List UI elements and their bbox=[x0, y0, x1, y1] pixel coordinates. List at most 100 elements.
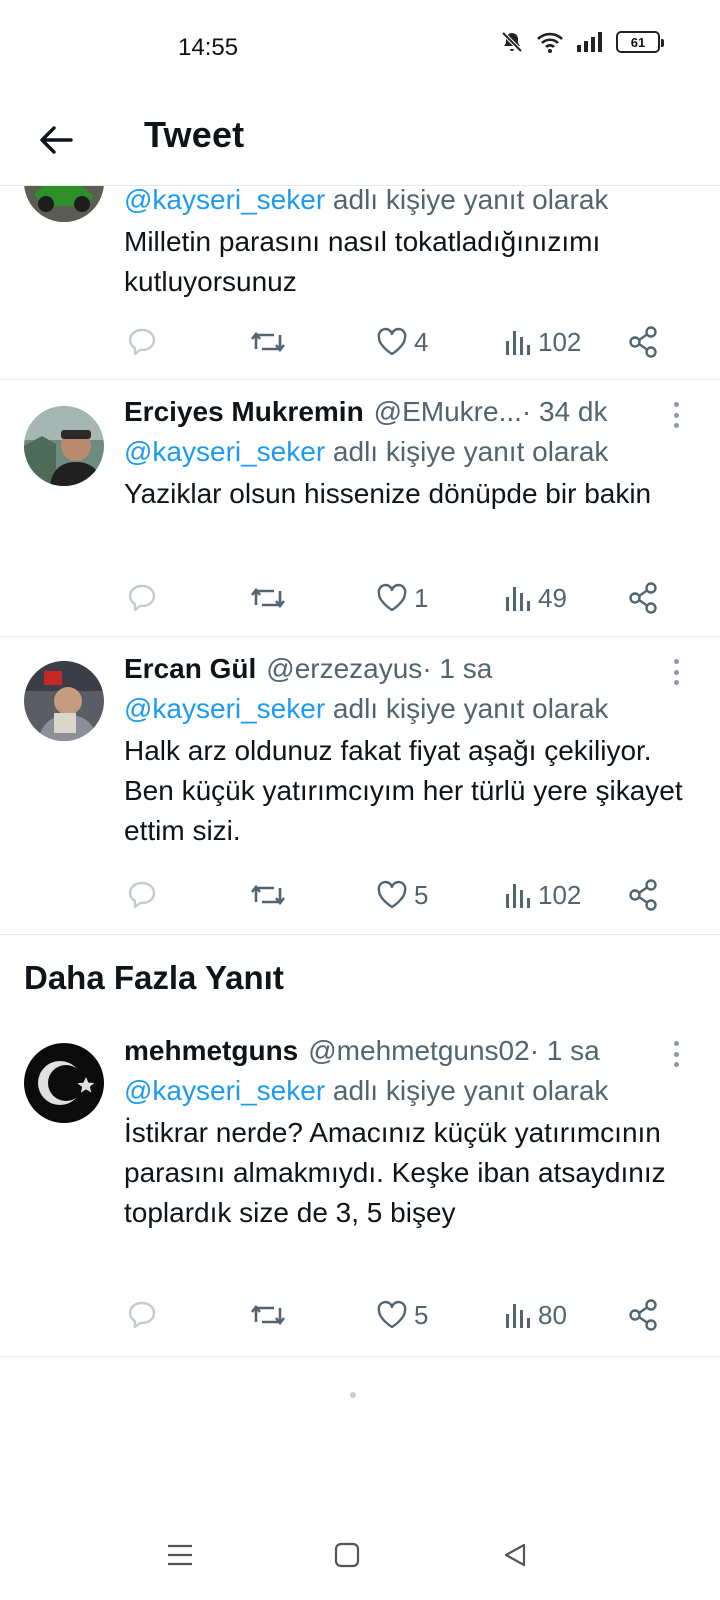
tweet-item[interactable]: Erciyes Mukremin @EMukre... · 34 dk @kay… bbox=[0, 380, 720, 637]
heart-icon bbox=[377, 583, 407, 612]
views-button[interactable]: 49 bbox=[504, 578, 567, 618]
share-icon bbox=[629, 326, 657, 358]
user-handle[interactable]: @EMukre... bbox=[374, 396, 522, 428]
tweet-time: · 1 sa bbox=[422, 653, 493, 684]
status-time: 14:55 bbox=[178, 34, 239, 61]
share-button[interactable] bbox=[628, 1295, 658, 1335]
user-handle[interactable]: @mehmetguns02 bbox=[308, 1035, 529, 1067]
retweet-icon bbox=[250, 1304, 286, 1326]
tweet-actions: 1 49 bbox=[124, 578, 664, 618]
share-button[interactable] bbox=[628, 322, 658, 362]
reply-button[interactable] bbox=[126, 322, 158, 362]
mention-link[interactable]: @kayseri_seker bbox=[124, 184, 325, 215]
heart-icon bbox=[377, 880, 407, 909]
views-button[interactable]: 80 bbox=[504, 1295, 567, 1335]
display-name[interactable]: Ercan Gül bbox=[124, 653, 256, 685]
loading-indicator bbox=[350, 1392, 356, 1398]
status-icons: 61 bbox=[500, 30, 664, 54]
comment-icon bbox=[128, 881, 156, 909]
battery-icon: 61 bbox=[616, 31, 664, 53]
reply-context: @kayseri_seker adlı kişiye yanıt olarak bbox=[124, 184, 609, 215]
like-button[interactable]: 5 bbox=[376, 875, 428, 915]
tweet-time: · 1 sa bbox=[529, 1035, 600, 1066]
signal-icon bbox=[576, 31, 604, 53]
reply-context: @kayseri_seker adlı kişiye yanıt olarak bbox=[124, 436, 609, 467]
view-count: 49 bbox=[538, 582, 567, 613]
mention-link[interactable]: @kayseri_seker bbox=[124, 436, 325, 467]
reply-button[interactable] bbox=[126, 875, 158, 915]
system-nav-bar bbox=[0, 1510, 720, 1600]
share-icon bbox=[629, 582, 657, 614]
back-button[interactable] bbox=[30, 114, 82, 166]
tweet-header: Ercan Gül @erzezayus · 1 sa bbox=[124, 649, 696, 689]
like-count: 1 bbox=[414, 582, 429, 613]
menu-button[interactable] bbox=[155, 1530, 205, 1580]
tweet-item[interactable]: Ercan Gül @erzezayus · 1 sa @kayseri_sek… bbox=[0, 637, 720, 935]
tweet-actions: 5 102 bbox=[124, 875, 664, 915]
avatar[interactable] bbox=[24, 1043, 104, 1123]
mention-link[interactable]: @kayseri_seker bbox=[124, 693, 325, 724]
avatar[interactable] bbox=[24, 406, 104, 486]
tweet-actions: 4 102 bbox=[124, 322, 664, 362]
views-chart-icon bbox=[506, 587, 530, 611]
retweet-icon bbox=[250, 587, 286, 609]
retweet-button[interactable] bbox=[250, 322, 286, 362]
reply-feed: @kayseri_seker adlı kişiye yanıt olarak … bbox=[0, 142, 720, 1357]
retweet-button[interactable] bbox=[250, 875, 286, 915]
more-options-icon[interactable] bbox=[664, 400, 688, 430]
tweet-time: · 34 dk bbox=[521, 396, 608, 427]
like-count: 5 bbox=[414, 879, 429, 910]
like-button[interactable]: 1 bbox=[376, 578, 428, 618]
share-icon bbox=[629, 1299, 657, 1331]
comment-icon bbox=[128, 328, 156, 356]
views-button[interactable]: 102 bbox=[504, 875, 581, 915]
share-button[interactable] bbox=[628, 578, 658, 618]
views-chart-icon bbox=[506, 1304, 530, 1328]
like-button[interactable]: 5 bbox=[376, 1295, 428, 1335]
mute-icon bbox=[500, 30, 524, 54]
views-button[interactable]: 102 bbox=[504, 322, 581, 362]
wifi-icon bbox=[536, 30, 564, 54]
view-count: 102 bbox=[538, 879, 582, 910]
tweet-item[interactable]: @kayseri_seker adlı kişiye yanıt olarak … bbox=[0, 142, 720, 380]
avatar[interactable] bbox=[24, 661, 104, 741]
like-count: 4 bbox=[414, 326, 429, 357]
tweet-actions: 5 80 bbox=[124, 1295, 664, 1335]
tweet-text: Yaziklar olsun hissenize dönüpde bir bak… bbox=[124, 478, 652, 509]
nav-back-button[interactable] bbox=[490, 1530, 540, 1580]
menu-icon bbox=[168, 1544, 192, 1566]
reply-button[interactable] bbox=[126, 578, 158, 618]
like-button[interactable]: 4 bbox=[376, 322, 428, 362]
display-name[interactable]: Erciyes Mukremin bbox=[124, 396, 364, 428]
retweet-button[interactable] bbox=[250, 578, 286, 618]
display-name[interactable]: mehmetguns bbox=[124, 1035, 298, 1067]
retweet-icon bbox=[250, 331, 286, 353]
reply-button[interactable] bbox=[126, 1295, 158, 1335]
views-chart-icon bbox=[506, 331, 530, 355]
tweet-item[interactable]: mehmetguns @mehmetguns02 · 1 sa @kayseri… bbox=[0, 1025, 720, 1357]
user-handle[interactable]: @erzezayus bbox=[266, 653, 422, 685]
home-button[interactable] bbox=[322, 1530, 372, 1580]
heart-icon bbox=[377, 327, 407, 356]
reply-context: @kayseri_seker adlı kişiye yanıt olarak bbox=[124, 693, 609, 724]
view-count: 102 bbox=[538, 326, 582, 357]
more-replies-title: Daha Fazla Yanıt bbox=[24, 959, 284, 996]
heart-icon bbox=[377, 1300, 407, 1329]
mention-link[interactable]: @kayseri_seker bbox=[124, 1075, 325, 1106]
page-title: Tweet bbox=[144, 114, 245, 155]
view-count: 80 bbox=[538, 1299, 567, 1330]
header: Tweet bbox=[0, 96, 720, 186]
retweet-button[interactable] bbox=[250, 1295, 286, 1335]
home-square-icon bbox=[334, 1542, 360, 1568]
reply-context: @kayseri_seker adlı kişiye yanıt olarak bbox=[124, 1075, 609, 1106]
more-options-icon[interactable] bbox=[664, 1039, 688, 1069]
comment-icon bbox=[128, 1301, 156, 1329]
status-bar: 14:55 61 bbox=[0, 0, 720, 96]
back-triangle-icon bbox=[504, 1543, 526, 1567]
tweet-header: mehmetguns @mehmetguns02 · 1 sa bbox=[124, 1031, 696, 1071]
more-options-icon[interactable] bbox=[664, 657, 688, 687]
tweet-header: Erciyes Mukremin @EMukre... · 34 dk bbox=[124, 392, 696, 432]
comment-icon bbox=[128, 584, 156, 612]
like-count: 5 bbox=[414, 1299, 429, 1330]
share-button[interactable] bbox=[628, 875, 658, 915]
